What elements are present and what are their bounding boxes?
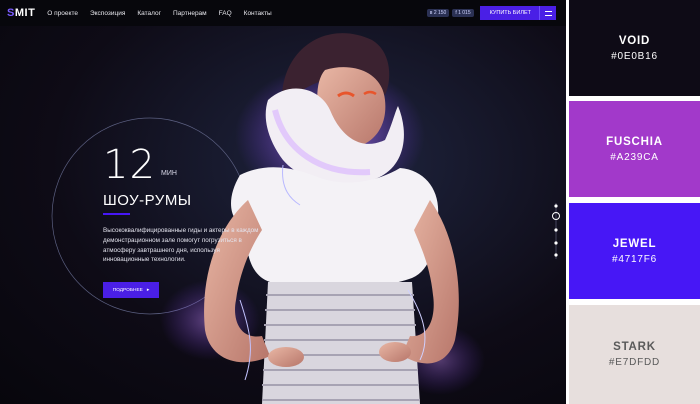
menu-item-catalog[interactable]: Каталог bbox=[137, 10, 161, 17]
menu-toggle-button[interactable] bbox=[539, 6, 556, 20]
pager-dot[interactable] bbox=[554, 241, 558, 245]
hamburger-icon bbox=[544, 10, 552, 16]
pager-dot[interactable] bbox=[554, 204, 558, 208]
swatch-hex: #E7DFDD bbox=[608, 357, 661, 368]
swatch-hex: #A239CA bbox=[610, 151, 659, 163]
swatch-hex: #4717F6 bbox=[611, 253, 658, 265]
menu-item-exposition[interactable]: Экспозиция bbox=[90, 10, 125, 17]
top-navigation: SMIT О проекте Экспозиция Каталог Партне… bbox=[0, 0, 566, 26]
screenshot-root: SMIT О проекте Экспозиция Каталог Партне… bbox=[0, 0, 700, 404]
menu-item-partners[interactable]: Партнерам bbox=[173, 10, 207, 17]
menu-item-contacts[interactable]: Контакты bbox=[244, 10, 272, 17]
social-counters: в 2 150 f 1 015 bbox=[426, 9, 474, 17]
swatch-name: VOID bbox=[618, 34, 651, 47]
hero-subtitle: ШОУ-РУМЫ bbox=[103, 192, 192, 209]
swatch-jewel: JEWEL #4717F6 bbox=[569, 203, 700, 299]
main-menu: О проекте Экспозиция Каталог Партнерам F… bbox=[47, 10, 271, 17]
vk-icon: в bbox=[429, 10, 433, 16]
facebook-share-button[interactable]: f 1 015 bbox=[452, 9, 474, 17]
site-logo[interactable]: SMIT bbox=[7, 7, 35, 19]
more-button[interactable]: ПОДРОБНЕЕ ▸ bbox=[103, 282, 159, 298]
pager-dot[interactable] bbox=[554, 253, 558, 257]
model-photo bbox=[51, 33, 485, 404]
swatch-fuschia: FUSCHIA #A239CA bbox=[569, 101, 700, 197]
swatch-name: STARK bbox=[613, 341, 656, 353]
swatch-void: VOID #0E0B16 bbox=[569, 0, 700, 96]
buy-ticket-button[interactable]: КУПИТЬ БИЛЕТ bbox=[479, 6, 539, 20]
arrow-right-icon: ▸ bbox=[146, 287, 150, 293]
hero-number: 12 bbox=[103, 142, 156, 188]
facebook-icon: f bbox=[455, 10, 457, 16]
website-preview: SMIT О проекте Экспозиция Каталог Партне… bbox=[0, 0, 566, 404]
swatch-hex: #0E0B16 bbox=[611, 50, 658, 62]
hero-unit: МИН bbox=[161, 170, 177, 177]
pager-dot[interactable] bbox=[554, 228, 558, 232]
swatch-name: FUSCHIA bbox=[606, 135, 663, 148]
hero-description: Высококвалифицированные гиды и актеры в … bbox=[103, 227, 259, 264]
more-button-label: ПОДРОБНЕЕ bbox=[112, 287, 143, 293]
swatch-stark: STARK #E7DFDD bbox=[569, 305, 700, 404]
subtitle-underline bbox=[103, 213, 130, 215]
vk-share-button[interactable]: в 2 150 bbox=[426, 9, 450, 17]
menu-item-about[interactable]: О проекте bbox=[47, 10, 78, 17]
slide-pager bbox=[552, 203, 560, 259]
menu-item-faq[interactable]: FAQ bbox=[219, 10, 232, 17]
swatch-name: JEWEL bbox=[612, 237, 657, 250]
